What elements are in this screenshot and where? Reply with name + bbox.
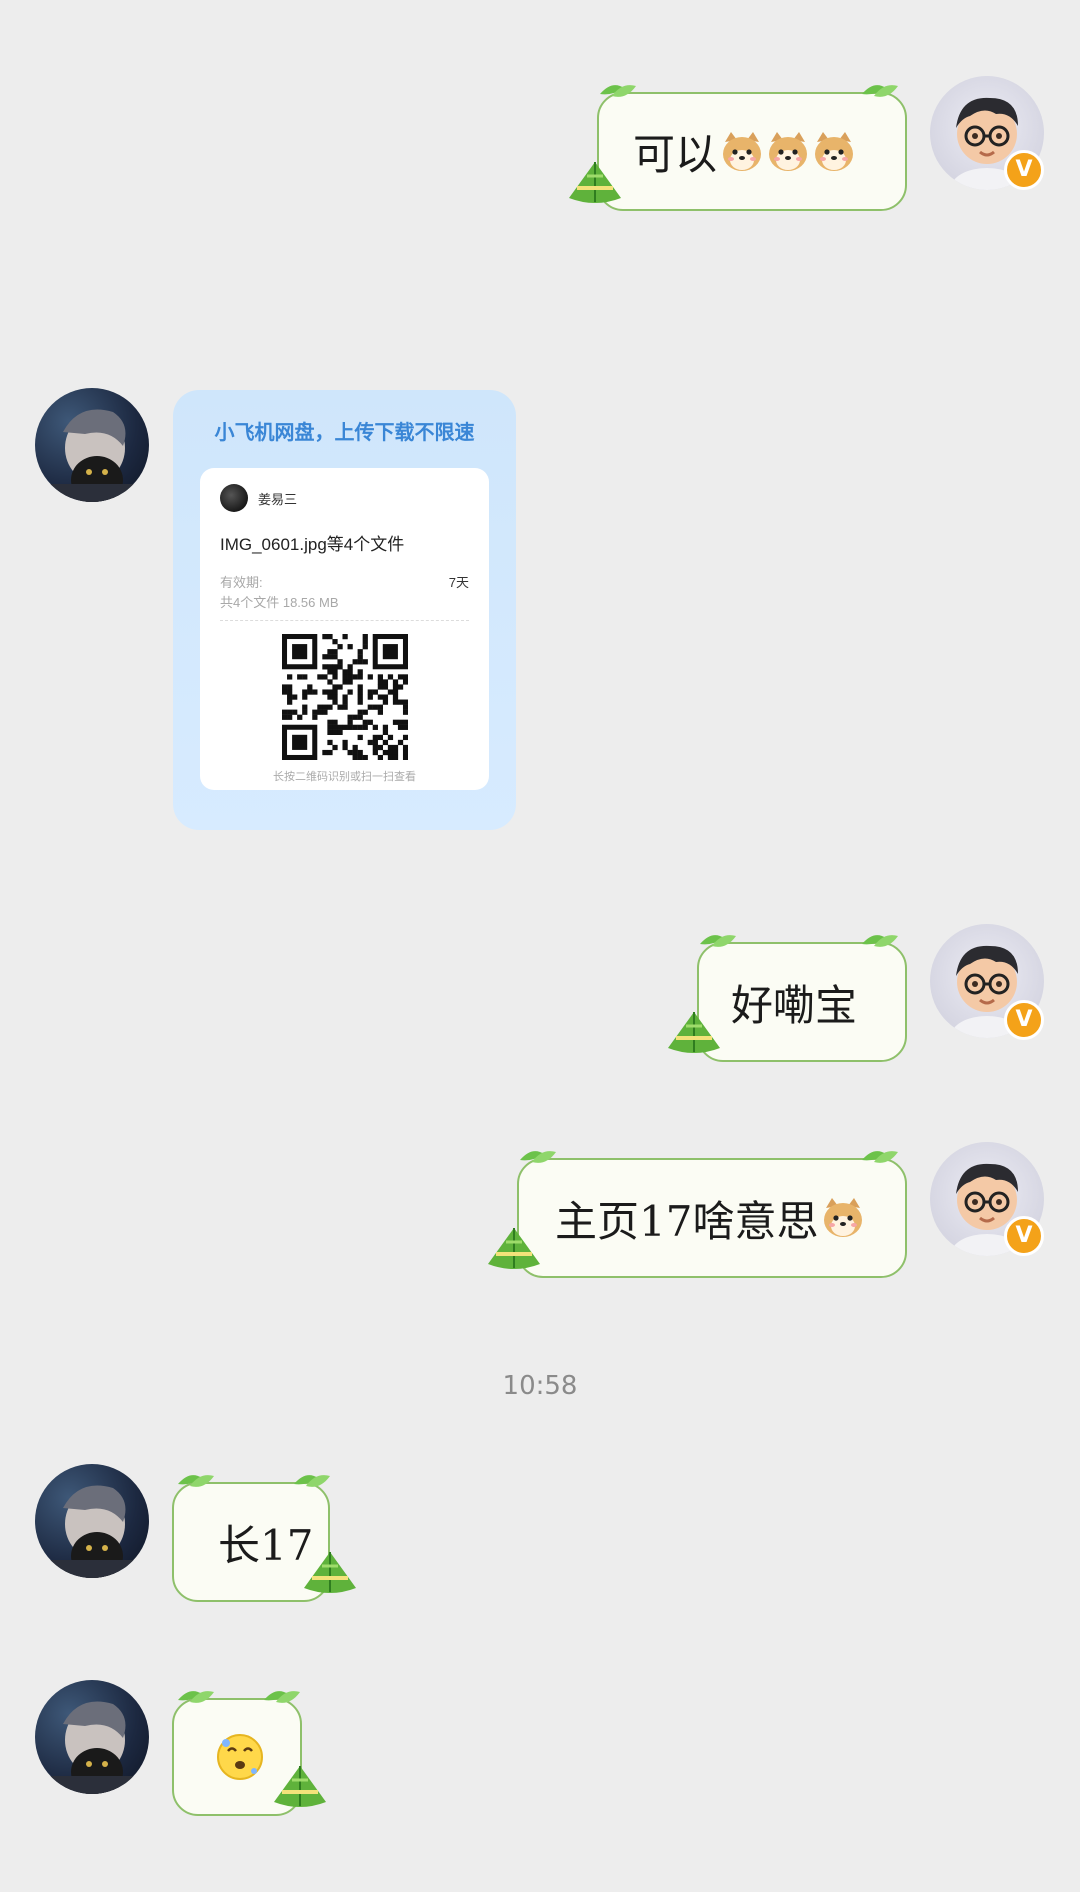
sender-avatar bbox=[220, 484, 248, 512]
verified-badge-icon: V bbox=[1004, 150, 1044, 190]
avatar[interactable] bbox=[35, 388, 149, 502]
avatar[interactable] bbox=[35, 1680, 149, 1794]
message-text: 可以 bbox=[633, 130, 718, 179]
avatar[interactable] bbox=[35, 1464, 149, 1578]
qr-code-icon[interactable] bbox=[282, 634, 408, 760]
file-summary: 共4个文件 18.56 MB bbox=[220, 595, 339, 610]
chat-bubble[interactable]: 好嘞宝 bbox=[697, 942, 907, 1062]
file-card-promo: 小飞机网盘，上传下载不限速 bbox=[214, 422, 475, 444]
avatar-photo-icon bbox=[35, 1485, 149, 1578]
sender-name: 姜易三 bbox=[258, 491, 298, 507]
avatar-photo-icon bbox=[35, 1701, 149, 1794]
verified-badge-icon: V bbox=[1004, 1216, 1044, 1256]
dizzy-face-emoji bbox=[217, 1734, 263, 1780]
chat-bubble[interactable]: 主页17啥意思 bbox=[517, 1158, 907, 1278]
shiba-emoji bbox=[815, 131, 854, 171]
shiba-emoji bbox=[824, 1198, 863, 1237]
validity-label: 有效期: bbox=[220, 575, 263, 590]
message-text: 长17 bbox=[218, 1520, 314, 1570]
message-text: 好嘞宝 bbox=[731, 980, 858, 1030]
file-name: IMG_0601.jpg等4个文件 bbox=[220, 535, 405, 554]
avatar-photo-icon bbox=[35, 409, 149, 502]
chat-bubble[interactable] bbox=[172, 1698, 302, 1816]
chat-bubble[interactable]: 长17 bbox=[172, 1482, 330, 1602]
shiba-emoji bbox=[723, 131, 762, 171]
message-text: 主页17啥意思 bbox=[555, 1196, 819, 1246]
verified-badge-icon: V bbox=[1004, 1000, 1044, 1040]
validity-value: 7天 bbox=[448, 575, 469, 590]
file-card-inner: 姜易三 IMG_0601.jpg等4个文件 有效期: 7天 共4个文件 18.5… bbox=[200, 468, 489, 790]
file-share-card[interactable]: 小飞机网盘，上传下载不限速 姜易三 IMG_0601.jpg等4个文件 有效期:… bbox=[173, 390, 516, 830]
qr-hint: 长按二维码识别或扫一扫查看 bbox=[273, 771, 416, 783]
divider bbox=[220, 620, 469, 621]
timestamp: 10:58 bbox=[502, 1371, 578, 1401]
chat-screen[interactable]: 可以 V 小飞机网盘，上传下载不限速 姜易三 IMG_0601.jpg等4个文件… bbox=[0, 0, 1080, 1892]
shiba-emoji bbox=[769, 131, 808, 171]
chat-bubble[interactable]: 可以 bbox=[597, 92, 907, 211]
